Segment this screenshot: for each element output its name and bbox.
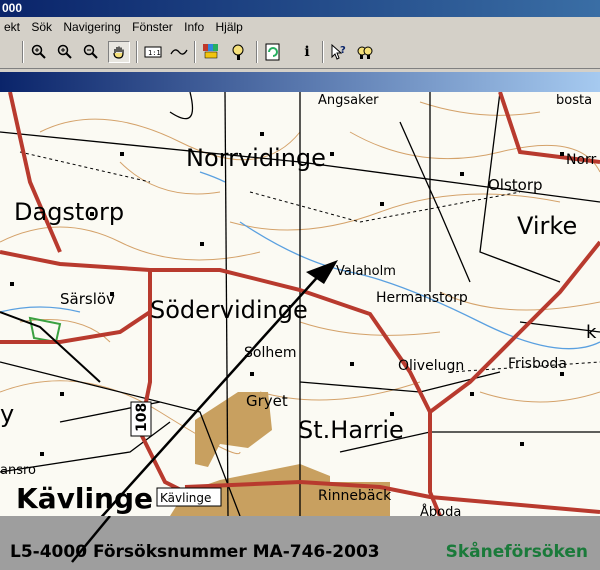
measure-icon[interactable] [168,41,190,63]
toolbar-separator [194,41,196,63]
toolbar-separator [22,41,24,63]
place-label: Angsaker [318,93,379,108]
topographic-map[interactable]: 108 Angsaker bosta Norrvidinge Norr Olst… [0,92,600,516]
toolbar-separator [256,41,258,63]
place-label: y [0,400,14,428]
place-label-kavlinge: Kävlinge [16,482,153,515]
road-number-label: 108 [134,403,150,432]
arrow-head [306,260,338,284]
map-window-title-bar [0,72,600,92]
place-label: Norr [566,152,597,168]
place-label: Solhem [244,345,296,361]
place-label: Särslöv [60,290,115,308]
menu-item-help[interactable]: Hjälp [212,17,247,37]
svg-text:1:1: 1:1 [148,49,161,57]
layers-icon[interactable] [200,41,222,63]
toolbar-separator [136,41,138,63]
status-footer: L5-4000 Försöksnummer MA-746-2003 Skånef… [0,516,600,570]
zoom-in-icon[interactable] [28,41,50,63]
menu-item-window[interactable]: Fönster [128,17,177,37]
place-label: Dagstorp [14,198,124,226]
menu-item-search[interactable]: Sök [27,17,56,37]
place-label: Åboda [420,504,461,516]
toolbar: 1:1 i ? [0,37,600,69]
place-label: Hermanstorp [376,290,468,306]
forest-area [28,316,62,344]
zoom-out-icon[interactable] [80,41,102,63]
window-title: 000 [2,1,23,15]
place-label: St.Harrie [298,416,404,444]
place-label: ansro [0,463,36,478]
info-glyph: i [304,44,310,60]
zoom-in-alt-icon[interactable] [54,41,76,63]
scale-icon[interactable]: 1:1 [142,41,164,63]
place-label: bosta [556,93,592,108]
refresh-icon[interactable] [262,41,284,63]
place-label: Virke [517,212,577,240]
toolbar-separator [322,41,324,63]
place-label: k [586,322,597,343]
place-label: Olstorp [488,176,543,194]
place-label: Gryet [246,392,288,410]
menu-item-info[interactable]: Info [180,17,208,37]
info-icon[interactable]: i [296,41,318,63]
place-label: Södervidinge [150,296,308,324]
place-label: Valaholm [336,264,396,279]
find-icon[interactable] [354,41,376,63]
pan-hand-icon[interactable] [108,41,130,63]
place-label: Olivelugn [398,358,464,374]
trial-number-label: L5-4000 Försöksnummer MA-746-2003 [10,542,380,562]
window-title-bar: 000 [0,0,600,17]
menu-item-edit[interactable]: ekt [0,17,24,37]
menu-bar: ekt Sök Navigering Fönster Info Hjälp [0,17,600,37]
annotation-label: Kävlinge [160,491,211,505]
place-label: Norrvidinge [186,144,326,172]
svg-text:?: ? [340,45,346,56]
brand-label: Skåneförsöken [445,542,588,562]
place-label: Rinnebäck [318,488,392,504]
menu-item-navigation[interactable]: Navigering [59,17,124,37]
help-icon[interactable]: ? [328,41,350,63]
place-label: Frisboda [508,356,567,372]
search-icon[interactable] [228,41,250,63]
map-view[interactable]: 108 Angsaker bosta Norrvidinge Norr Olst… [0,92,600,516]
